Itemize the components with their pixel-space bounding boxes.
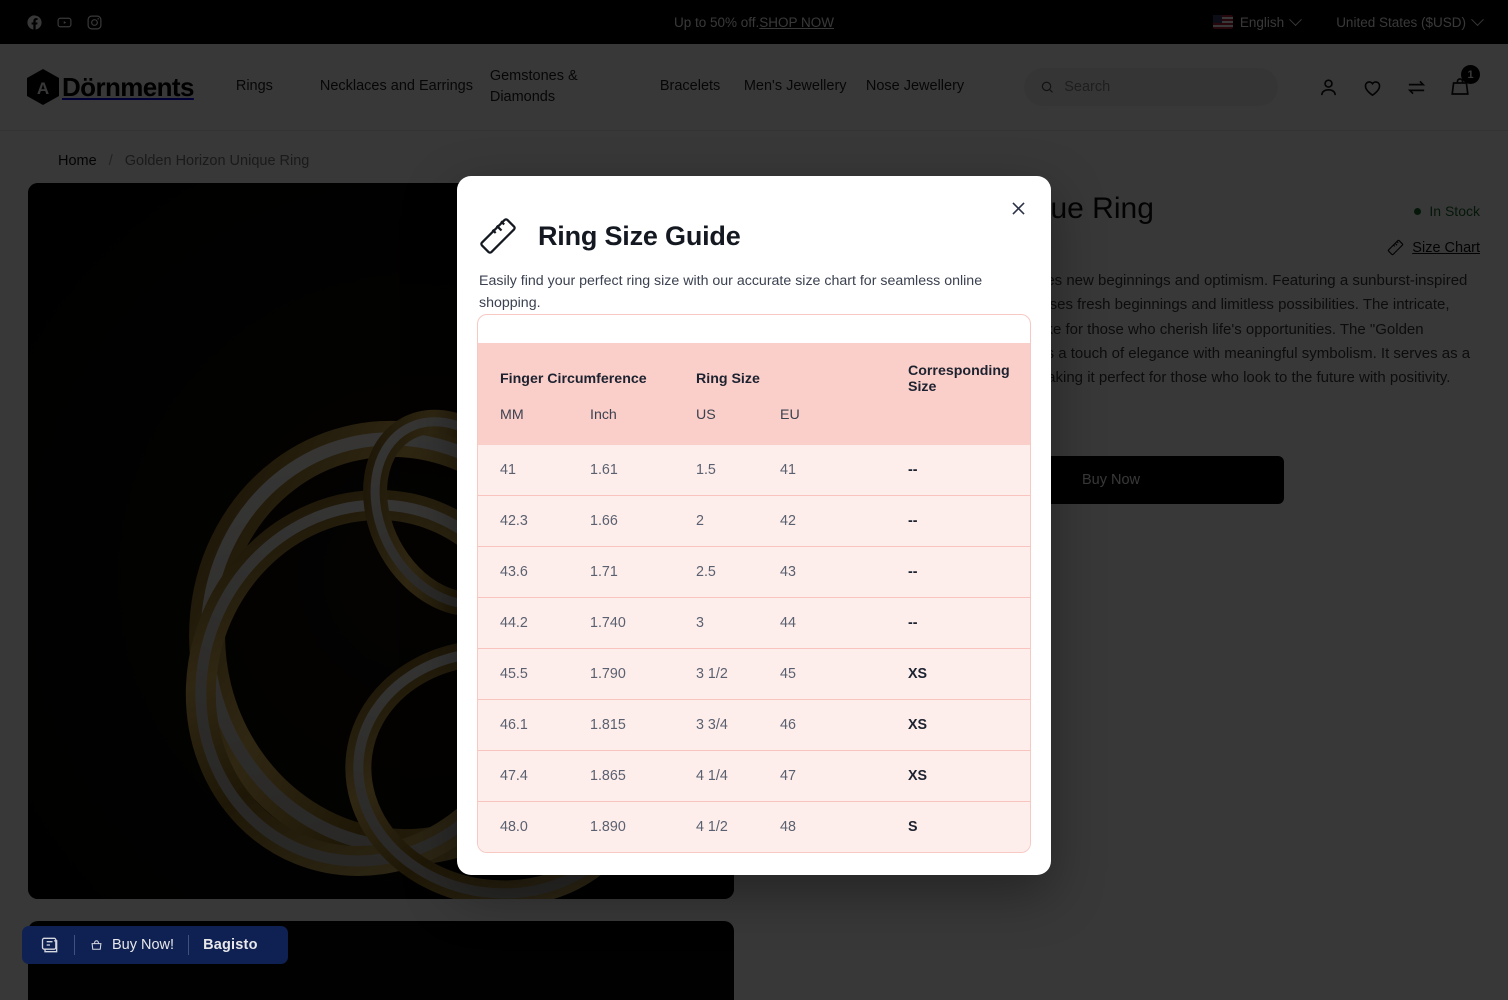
table-row: 45.5 1.790 3 1/2 45 XS bbox=[478, 648, 1030, 700]
table-cell: 1.61 bbox=[590, 462, 618, 479]
table-row: 48.0 1.890 4 1/2 48 S bbox=[478, 801, 1030, 853]
group-header-corresponding-size: Corresponding Size bbox=[908, 363, 1010, 396]
table-cell: XS bbox=[908, 750, 1030, 801]
table-cell: 48.0 bbox=[478, 801, 590, 852]
close-icon[interactable] bbox=[1003, 193, 1033, 223]
table-cell: 41 bbox=[500, 462, 516, 479]
table-cell: 42 bbox=[780, 495, 908, 546]
modal-subtitle: Easily find your perfect ring size with … bbox=[479, 273, 983, 311]
column-header-corresponding bbox=[908, 395, 1030, 445]
table-cell: 47.4 bbox=[478, 750, 590, 801]
ring-size-guide-modal: Ring Size Guide Easily find your perfect… bbox=[457, 176, 1051, 876]
table-row: 44.2 1.740 3 44 -- bbox=[478, 597, 1030, 649]
table-cell: 1.66 bbox=[590, 495, 696, 546]
table-cell: 44.2 bbox=[478, 597, 590, 648]
page-root: Up to 50% off.SHOP NOW English United St… bbox=[0, 0, 1508, 1000]
table-cell: XS bbox=[908, 699, 1030, 750]
table-cell: 1.71 bbox=[590, 546, 696, 597]
panel-icon bbox=[41, 937, 58, 953]
table-cell: 2 bbox=[696, 495, 780, 546]
table-cell: 1.790 bbox=[590, 648, 696, 699]
table-cell: 1.740 bbox=[590, 597, 696, 648]
table-cell: 1.865 bbox=[590, 750, 696, 801]
table-cell: 46 bbox=[780, 699, 908, 750]
table-cell: 42.3 bbox=[478, 495, 590, 546]
table-cell: 3 bbox=[696, 597, 780, 648]
table-cell: -- bbox=[908, 495, 1030, 546]
table-cell: 4 1/4 bbox=[696, 750, 780, 801]
table-row: 46.1 1.815 3 3/4 46 XS bbox=[478, 699, 1030, 751]
table-cell: 41 bbox=[780, 462, 796, 479]
table-cell: 4 1/2 bbox=[696, 801, 780, 852]
group-header-ring-size: Ring Size bbox=[696, 371, 760, 388]
bagisto-panel-icon-group[interactable] bbox=[38, 935, 74, 955]
modal-header: Ring Size Guide bbox=[477, 206, 1031, 256]
ruler-icon bbox=[480, 218, 516, 254]
table-cell: 1.5 bbox=[696, 462, 716, 479]
table-cell: 45 bbox=[780, 648, 908, 699]
table-cell: -- bbox=[908, 597, 1030, 648]
table-column-header-row: MM Inch US EU bbox=[478, 395, 1030, 445]
table-cell: 2.5 bbox=[696, 546, 780, 597]
bagisto-buy-now-label: Buy Now! bbox=[112, 937, 175, 953]
size-table-head: Finger Circumference Ring Size Correspon… bbox=[478, 343, 1030, 446]
column-header-mm: MM bbox=[500, 407, 524, 424]
table-cell: 46.1 bbox=[478, 699, 590, 750]
table-cell: 1.815 bbox=[590, 699, 696, 750]
size-table-body: 41 1.61 1.5 41 -- 42.3 1.66 2 42 -- 43.6 1.71 2.5 43-… bbox=[478, 445, 1030, 853]
table-cell: S bbox=[908, 801, 1030, 852]
table-cell: XS bbox=[908, 648, 1030, 699]
table-cell: 48 bbox=[780, 801, 908, 852]
table-group-header-row: Finger Circumference Ring Size Correspon… bbox=[478, 343, 1030, 395]
table-cell: -- bbox=[908, 546, 1030, 597]
ring-size-table: Finger Circumference Ring Size Correspon… bbox=[478, 343, 1030, 853]
column-header-inch: Inch bbox=[590, 407, 617, 424]
bagisto-brand-label: Bagisto bbox=[203, 937, 258, 953]
table-cell: 3 1/2 bbox=[696, 648, 780, 699]
table-row: 41 1.61 1.5 41 -- bbox=[478, 445, 1030, 496]
table-cell: 44 bbox=[780, 597, 908, 648]
bagisto-widget[interactable]: Buy Now! Bagisto bbox=[22, 926, 288, 964]
size-table-wrapper: Finger Circumference Ring Size Correspon… bbox=[477, 314, 1031, 854]
modal-title: Ring Size Guide bbox=[538, 220, 741, 251]
table-cell: -- bbox=[908, 462, 918, 479]
bagisto-buy-now[interactable]: Buy Now! bbox=[75, 937, 188, 953]
group-header-finger-circumference: Finger Circumference bbox=[500, 371, 647, 388]
table-cell: 45.5 bbox=[478, 648, 590, 699]
table-row: 47.4 1.865 4 1/4 47 XS bbox=[478, 750, 1030, 802]
table-cell: 43.6 bbox=[478, 546, 590, 597]
table-cell: 1.890 bbox=[590, 801, 696, 852]
table-cell: 47 bbox=[780, 750, 908, 801]
table-cell: 3 3/4 bbox=[696, 699, 780, 750]
column-header-eu: EU bbox=[780, 407, 800, 424]
column-header-us: US bbox=[696, 407, 716, 424]
table-row: 43.6 1.71 2.5 43 -- bbox=[478, 546, 1030, 598]
table-cell: 43 bbox=[780, 546, 908, 597]
shopping-bag-icon bbox=[91, 939, 102, 950]
table-row: 42.3 1.66 2 42 -- bbox=[478, 495, 1030, 547]
bagisto-brand[interactable]: Bagisto bbox=[189, 937, 272, 953]
